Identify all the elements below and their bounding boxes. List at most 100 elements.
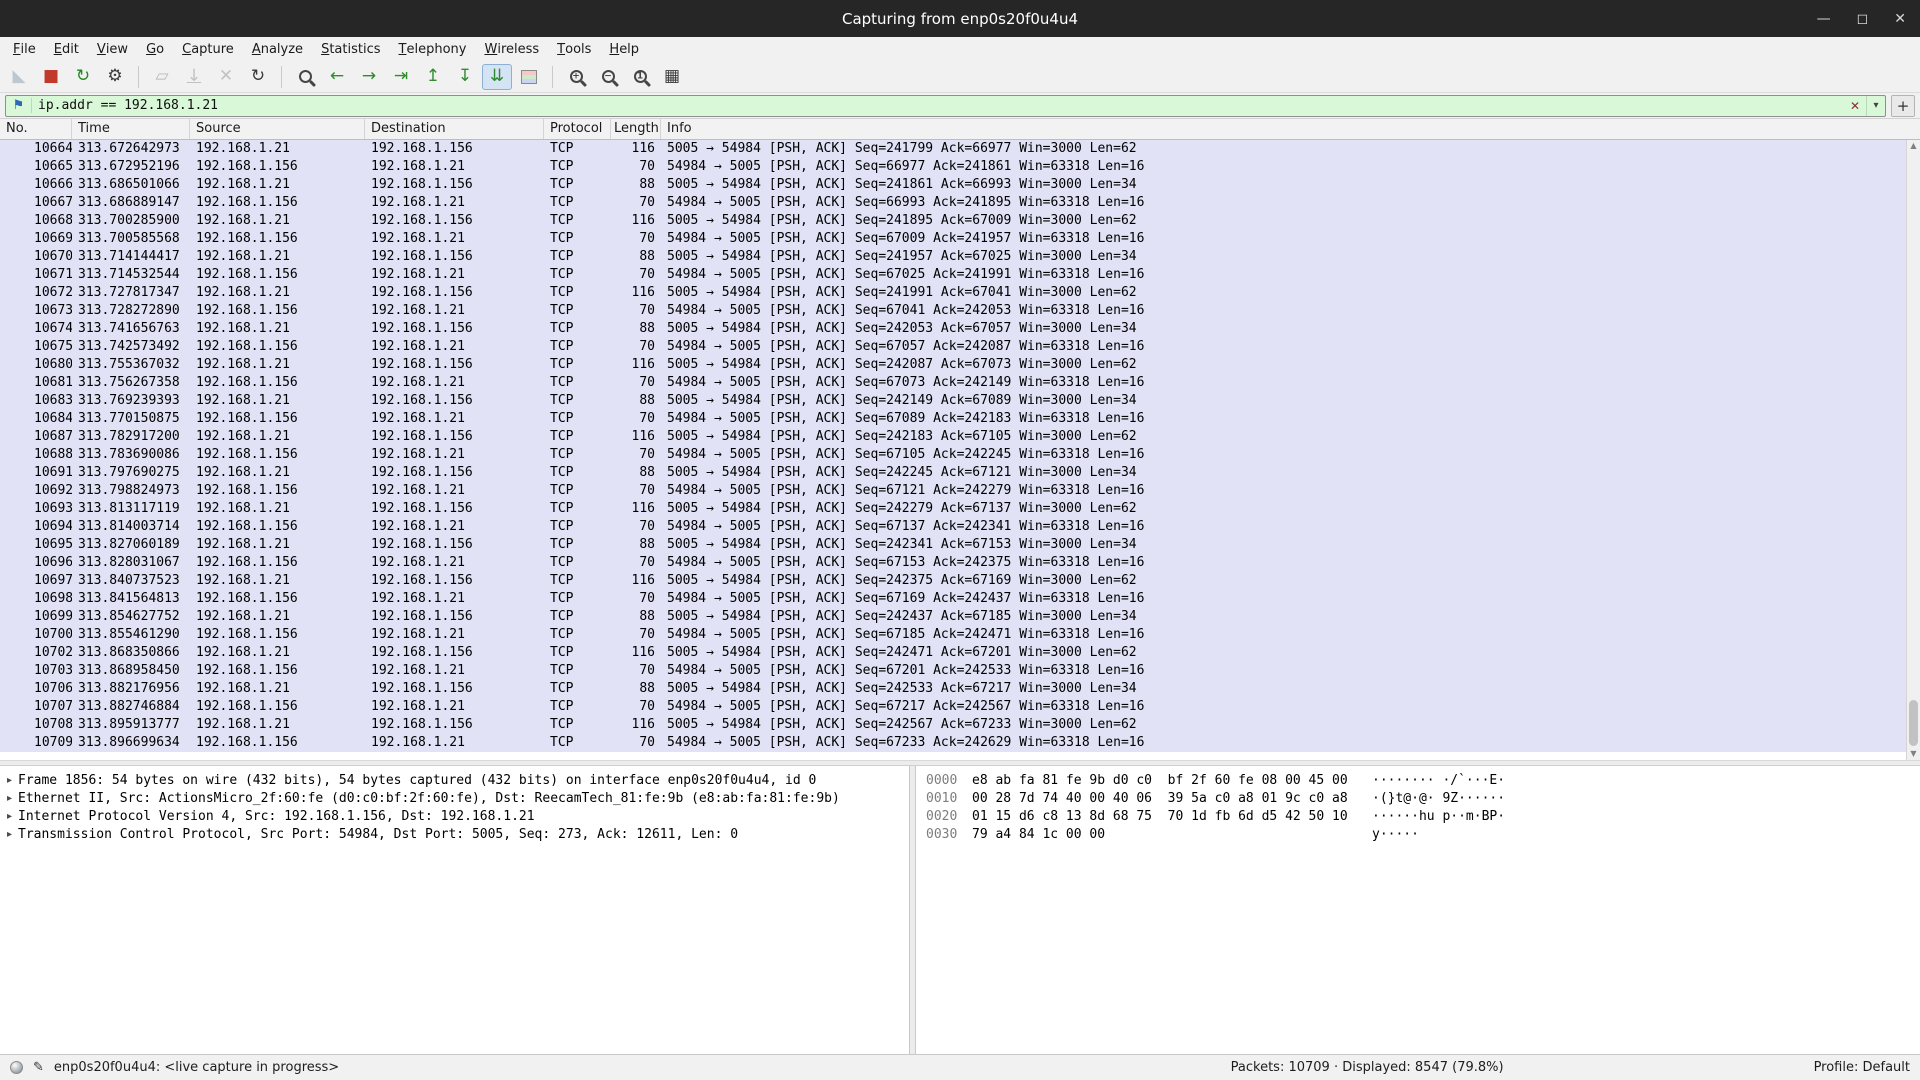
hex-row[interactable]: 003079 a4 84 1c 00 00y····· [926, 826, 1920, 844]
packet-row[interactable]: 10666313.686501066192.168.1.21192.168.1.… [0, 176, 1906, 194]
packet-row[interactable]: 10691313.797690275192.168.1.21192.168.1.… [0, 464, 1906, 482]
close-button[interactable]: ✕ [1894, 12, 1906, 26]
detail-row[interactable]: ▸Frame 1856: 54 bytes on wire (432 bits)… [0, 772, 909, 790]
menu-go[interactable]: Go [137, 37, 173, 61]
scrollbar-thumb[interactable] [1909, 700, 1918, 746]
packet-row[interactable]: 10673313.728272890192.168.1.156192.168.1… [0, 302, 1906, 320]
menu-analyze[interactable]: Analyze [243, 37, 312, 61]
filter-dropdown-button[interactable]: ▾ [1866, 96, 1885, 116]
scrollbar-down-icon[interactable]: ▼ [1907, 748, 1920, 760]
packet-row[interactable]: 10700313.855461290192.168.1.156192.168.1… [0, 626, 1906, 644]
column-header-no[interactable]: No. [0, 119, 72, 139]
column-header-source[interactable]: Source [190, 119, 365, 139]
hex-row[interactable]: 0000e8 ab fa 81 fe 9b d0 c0 bf 2f 60 fe … [926, 772, 1920, 790]
go-back-button[interactable]: ← [322, 64, 352, 90]
start-capture-button[interactable]: ◣ [4, 64, 34, 90]
filter-text[interactable]: ip.addr == 192.168.1.21 [32, 98, 1844, 113]
menu-help[interactable]: Help [600, 37, 648, 61]
menu-capture[interactable]: Capture [173, 37, 243, 61]
expander-icon[interactable]: ▸ [0, 772, 18, 790]
packet-row[interactable]: 10680313.755367032192.168.1.21192.168.1.… [0, 356, 1906, 374]
packet-row[interactable]: 10684313.770150875192.168.1.156192.168.1… [0, 410, 1906, 428]
expander-icon[interactable]: ▸ [0, 808, 18, 826]
restart-capture-button[interactable]: ↻ [68, 64, 98, 90]
detail-row[interactable]: ▸Transmission Control Protocol, Src Port… [0, 826, 909, 844]
packet-row[interactable]: 10688313.783690086192.168.1.156192.168.1… [0, 446, 1906, 464]
expert-info-icon[interactable] [10, 1061, 23, 1074]
find-packet-button[interactable] [290, 64, 320, 90]
packet-row[interactable]: 10683313.769239393192.168.1.21192.168.1.… [0, 392, 1906, 410]
packet-row[interactable]: 10702313.868350866192.168.1.21192.168.1.… [0, 644, 1906, 662]
zoom-out-button[interactable]: − [593, 64, 623, 90]
packet-row[interactable]: 10671313.714532544192.168.1.156192.168.1… [0, 266, 1906, 284]
packet-row[interactable]: 10675313.742573492192.168.1.156192.168.1… [0, 338, 1906, 356]
column-header-time[interactable]: Time [72, 119, 190, 139]
stop-capture-button[interactable]: ■ [36, 64, 66, 90]
maximize-button[interactable]: ◻ [1857, 12, 1869, 26]
detail-row[interactable]: ▸Internet Protocol Version 4, Src: 192.1… [0, 808, 909, 826]
packet-list-scrollbar[interactable]: ▲ ▼ [1906, 140, 1920, 760]
reload-button[interactable]: ↻ [243, 64, 273, 90]
column-header-length[interactable]: Length [611, 119, 661, 139]
hex-row[interactable]: 001000 28 7d 74 40 00 40 06 39 5a c0 a8 … [926, 790, 1920, 808]
packet-row[interactable]: 10674313.741656763192.168.1.21192.168.1.… [0, 320, 1906, 338]
zoom-in-button[interactable]: + [561, 64, 591, 90]
packet-row[interactable]: 10697313.840737523192.168.1.21192.168.1.… [0, 572, 1906, 590]
go-first-button[interactable]: ↥ [418, 64, 448, 90]
expander-icon[interactable]: ▸ [0, 790, 18, 808]
packet-row[interactable]: 10696313.828031067192.168.1.156192.168.1… [0, 554, 1906, 572]
packet-row[interactable]: 10699313.854627752192.168.1.21192.168.1.… [0, 608, 1906, 626]
menu-telephony[interactable]: Telephony [390, 37, 476, 61]
packet-row[interactable]: 10693313.813117119192.168.1.21192.168.1.… [0, 500, 1906, 518]
resize-columns-button[interactable]: ▦ [657, 64, 687, 90]
packet-row[interactable]: 10681313.756267358192.168.1.156192.168.1… [0, 374, 1906, 392]
profile-selector[interactable]: Profile: Default [1814, 1060, 1910, 1075]
packet-row[interactable]: 10665313.672952196192.168.1.156192.168.1… [0, 158, 1906, 176]
packet-row[interactable]: 10706313.882176956192.168.1.21192.168.1.… [0, 680, 1906, 698]
packet-row[interactable]: 10692313.798824973192.168.1.156192.168.1… [0, 482, 1906, 500]
packet-row[interactable]: 10670313.714144417192.168.1.21192.168.1.… [0, 248, 1906, 266]
go-to-packet-button[interactable]: ⇥ [386, 64, 416, 90]
add-filter-button[interactable]: + [1891, 95, 1915, 117]
zoom-reset-button[interactable]: 1 [625, 64, 655, 90]
capture-options-button[interactable]: ⚙ [100, 64, 130, 90]
menu-view[interactable]: View [88, 37, 137, 61]
packet-row[interactable]: 10667313.686889147192.168.1.156192.168.1… [0, 194, 1906, 212]
capture-comment-icon[interactable]: ✎ [33, 1060, 44, 1075]
packet-row[interactable]: 10707313.882746884192.168.1.156192.168.1… [0, 698, 1906, 716]
minimize-button[interactable]: — [1817, 12, 1831, 26]
close-file-button[interactable]: ✕ [211, 64, 241, 90]
column-header-destination[interactable]: Destination [365, 119, 544, 139]
auto-scroll-button[interactable]: ⇊ [482, 64, 512, 90]
menu-wireless[interactable]: Wireless [475, 37, 548, 61]
scrollbar-up-icon[interactable]: ▲ [1907, 140, 1920, 152]
packet-row[interactable]: 10709313.896699634192.168.1.156192.168.1… [0, 734, 1906, 752]
packet-row[interactable]: 10668313.700285900192.168.1.21192.168.1.… [0, 212, 1906, 230]
packet-row[interactable]: 10687313.782917200192.168.1.21192.168.1.… [0, 428, 1906, 446]
packet-row[interactable]: 10703313.868958450192.168.1.156192.168.1… [0, 662, 1906, 680]
display-filter-input[interactable]: ⚑ ip.addr == 192.168.1.21 ✕ ▾ [5, 95, 1886, 117]
filter-clear-button[interactable]: ✕ [1844, 99, 1866, 113]
menu-statistics[interactable]: Statistics [312, 37, 389, 61]
packet-row[interactable]: 10664313.672642973192.168.1.21192.168.1.… [0, 140, 1906, 158]
filter-bookmark-icon[interactable]: ⚑ [6, 98, 32, 113]
packet-row[interactable]: 10708313.895913777192.168.1.21192.168.1.… [0, 716, 1906, 734]
go-forward-button[interactable]: → [354, 64, 384, 90]
menu-edit[interactable]: Edit [45, 37, 88, 61]
packet-row[interactable]: 10695313.827060189192.168.1.21192.168.1.… [0, 536, 1906, 554]
packet-row[interactable]: 10698313.841564813192.168.1.156192.168.1… [0, 590, 1906, 608]
column-header-info[interactable]: Info [661, 119, 1906, 139]
packet-row[interactable]: 10694313.814003714192.168.1.156192.168.1… [0, 518, 1906, 536]
column-header-protocol[interactable]: Protocol [544, 119, 611, 139]
colorize-button[interactable] [514, 64, 544, 90]
packet-row[interactable]: 10672313.727817347192.168.1.21192.168.1.… [0, 284, 1906, 302]
packet-row[interactable]: 10669313.700585568192.168.1.156192.168.1… [0, 230, 1906, 248]
save-file-button[interactable]: ↓ [179, 64, 209, 90]
open-file-button[interactable]: ▱ [147, 64, 177, 90]
hex-row[interactable]: 002001 15 d6 c8 13 8d 68 75 70 1d fb 6d … [926, 808, 1920, 826]
menu-file[interactable]: File [4, 37, 45, 61]
detail-row[interactable]: ▸Ethernet II, Src: ActionsMicro_2f:60:fe… [0, 790, 909, 808]
go-last-button[interactable]: ↧ [450, 64, 480, 90]
menu-tools[interactable]: Tools [548, 37, 600, 61]
expander-icon[interactable]: ▸ [0, 826, 18, 844]
